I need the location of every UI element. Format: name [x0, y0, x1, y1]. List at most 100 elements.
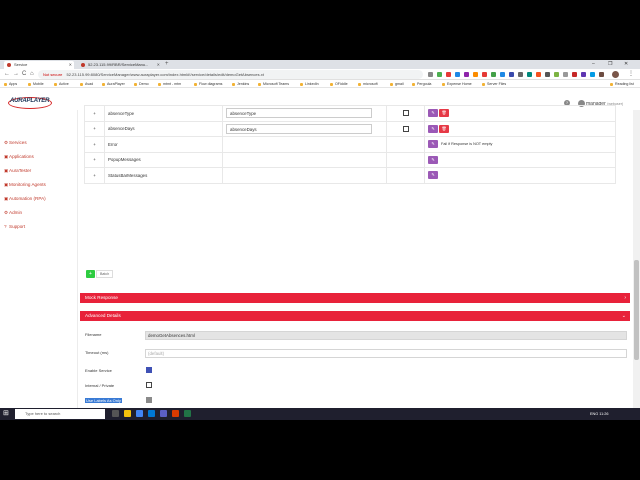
expand-icon[interactable]: + — [84, 105, 105, 122]
edit-icon[interactable]: ✎ — [428, 140, 438, 149]
bookmark-item[interactable]: Flow diagrams — [194, 80, 222, 88]
extension-icon[interactable] — [536, 72, 541, 77]
sidebar-item-monitoring-agents[interactable]: ▣Monitoring Agents — [4, 182, 46, 188]
browser-tab-bar: Service ✕ 52.23.115.99/RBR/ServiceManu..… — [0, 60, 640, 69]
extension-icon[interactable] — [500, 72, 505, 77]
bookmark-item[interactable]: Pergoula — [412, 80, 431, 88]
sidebar-item-auratester[interactable]: ▣AuraTester — [4, 168, 31, 174]
extension-icon[interactable] — [464, 72, 469, 77]
timeout-field[interactable]: (default) — [145, 349, 627, 358]
extension-icon[interactable] — [527, 72, 532, 77]
forward-icon[interactable]: → — [13, 70, 19, 79]
close-tab-icon[interactable]: ✕ — [157, 61, 160, 69]
new-tab-button[interactable]: + — [165, 60, 169, 69]
bookmark-item[interactable]: Active — [54, 80, 69, 88]
bookmark-item[interactable]: Expense Home — [442, 80, 472, 88]
sidebar-item-admin[interactable]: ⚙Admin — [4, 210, 22, 216]
windows-start-icon[interactable]: ⊞ — [3, 410, 11, 418]
extension-icon[interactable] — [446, 72, 451, 77]
bookmark-item[interactable]: LinkedIn — [300, 80, 319, 88]
bookmark-item[interactable]: Avad — [80, 80, 93, 88]
sidebar-item-support[interactable]: ? Support — [4, 224, 25, 229]
bookmark-item[interactable]: Jenkins — [232, 80, 249, 88]
tab-favicon-icon — [7, 63, 11, 67]
extension-icon[interactable] — [599, 72, 604, 77]
bookmark-item[interactable]: Demo — [134, 80, 149, 88]
teams-icon[interactable] — [160, 410, 167, 417]
batch-button[interactable]: Batch — [96, 269, 114, 278]
reading-list[interactable]: Reading list — [610, 80, 634, 88]
bookmark-item[interactable]: Mobile — [28, 80, 44, 88]
extension-icon[interactable] — [437, 72, 442, 77]
advanced-details-panel-header[interactable]: Advanced Details ⌄ — [80, 311, 630, 321]
use-labels-checkbox[interactable] — [146, 397, 152, 403]
browser-tab-servicemanu[interactable]: 52.23.115.99/RBR/ServiceManu... ✕ — [78, 61, 162, 69]
taskbar-search[interactable]: Type here to search — [15, 409, 105, 419]
close-tab-icon[interactable]: ✕ — [69, 61, 72, 69]
chrome-icon[interactable] — [136, 410, 143, 417]
bookmark-item[interactable]: Apps — [4, 80, 17, 88]
task-view-icon[interactable] — [112, 410, 119, 417]
extension-icon[interactable] — [455, 72, 460, 77]
add-output-button[interactable]: + — [86, 269, 95, 278]
profile-avatar-icon[interactable] — [612, 71, 619, 78]
expand-icon[interactable]: + — [84, 151, 105, 168]
back-icon[interactable]: ← — [4, 70, 10, 79]
edit-icon[interactable]: ✎ — [428, 155, 438, 164]
sidebar-item-applications[interactable]: ▣Applications — [4, 154, 34, 160]
extension-icon[interactable] — [473, 72, 478, 77]
extension-icon[interactable] — [590, 72, 595, 77]
expand-icon[interactable]: + — [84, 136, 105, 153]
file-explorer-icon[interactable] — [124, 410, 131, 417]
bookmark-item[interactable]: AuraPlayer — [102, 80, 125, 88]
edit-icon[interactable]: ✎ — [428, 124, 438, 133]
reload-icon[interactable]: C — [22, 70, 26, 79]
address-bar[interactable]: Not secure 52.23.115.99:8080/ServiceMana… — [38, 70, 423, 79]
expand-icon[interactable]: + — [84, 167, 105, 184]
close-window-icon[interactable]: ✕ — [624, 60, 628, 69]
mock-response-panel-header[interactable]: Mock Response › — [80, 293, 630, 303]
not-secure-label[interactable]: Not secure — [43, 72, 62, 77]
minimize-icon[interactable]: – — [592, 60, 595, 69]
edit-icon[interactable]: ✎ — [428, 109, 438, 118]
bookmark-item[interactable]: mtmt - mtm — [158, 80, 181, 88]
edit-icon[interactable]: ✎ — [428, 171, 438, 180]
output-checkbox[interactable] — [402, 125, 409, 132]
expand-icon[interactable]: + — [84, 120, 105, 137]
bookmark-item[interactable]: gmail — [390, 80, 404, 88]
maximize-icon[interactable]: ❐ — [608, 60, 612, 69]
menu-dots-icon[interactable]: ⋮ — [628, 70, 634, 79]
output-value-input[interactable]: absenceType — [226, 108, 372, 119]
system-tray-clock[interactable]: ENG 11:26 — [590, 408, 609, 420]
output-value-input[interactable]: absenceDays — [226, 123, 372, 134]
internal-private-checkbox[interactable] — [146, 382, 152, 388]
enable-service-checkbox[interactable] — [146, 367, 152, 373]
outlook-icon[interactable] — [148, 410, 155, 417]
extension-icon[interactable] — [545, 72, 550, 77]
extension-icon[interactable] — [491, 72, 496, 77]
page-scrollbar[interactable] — [633, 110, 640, 420]
extension-icon[interactable] — [581, 72, 586, 77]
bookmark-item[interactable]: microsoft — [358, 80, 378, 88]
filename-field[interactable]: demoGetAbsences.html — [145, 331, 627, 340]
browser-tab-service[interactable]: Service ✕ — [4, 61, 74, 69]
excel-icon[interactable] — [184, 410, 191, 417]
home-icon[interactable]: ⌂ — [30, 70, 34, 79]
bookmark-item[interactable]: Server Files — [482, 80, 506, 88]
sidebar-item-services[interactable]: ⚙Services — [4, 140, 27, 146]
output-checkbox[interactable] — [402, 110, 409, 117]
extension-icon[interactable] — [428, 72, 433, 77]
bookmark-item[interactable]: Microsoft Teams — [258, 80, 289, 88]
extension-icon[interactable] — [482, 72, 487, 77]
bookmark-item[interactable]: OFiddle — [330, 80, 348, 88]
extension-icon[interactable] — [572, 72, 577, 77]
scrollbar-thumb[interactable] — [634, 260, 639, 360]
extension-icon[interactable] — [509, 72, 514, 77]
extension-icon[interactable] — [518, 72, 523, 77]
sidebar-item-automation[interactable]: ▣Automation (RPA) — [4, 196, 46, 202]
extension-icon[interactable] — [563, 72, 568, 77]
extension-icon[interactable] — [554, 72, 559, 77]
trash-icon[interactable]: 🗑 — [439, 109, 449, 118]
powerpoint-icon[interactable] — [172, 410, 179, 417]
trash-icon[interactable]: 🗑 — [439, 124, 449, 133]
